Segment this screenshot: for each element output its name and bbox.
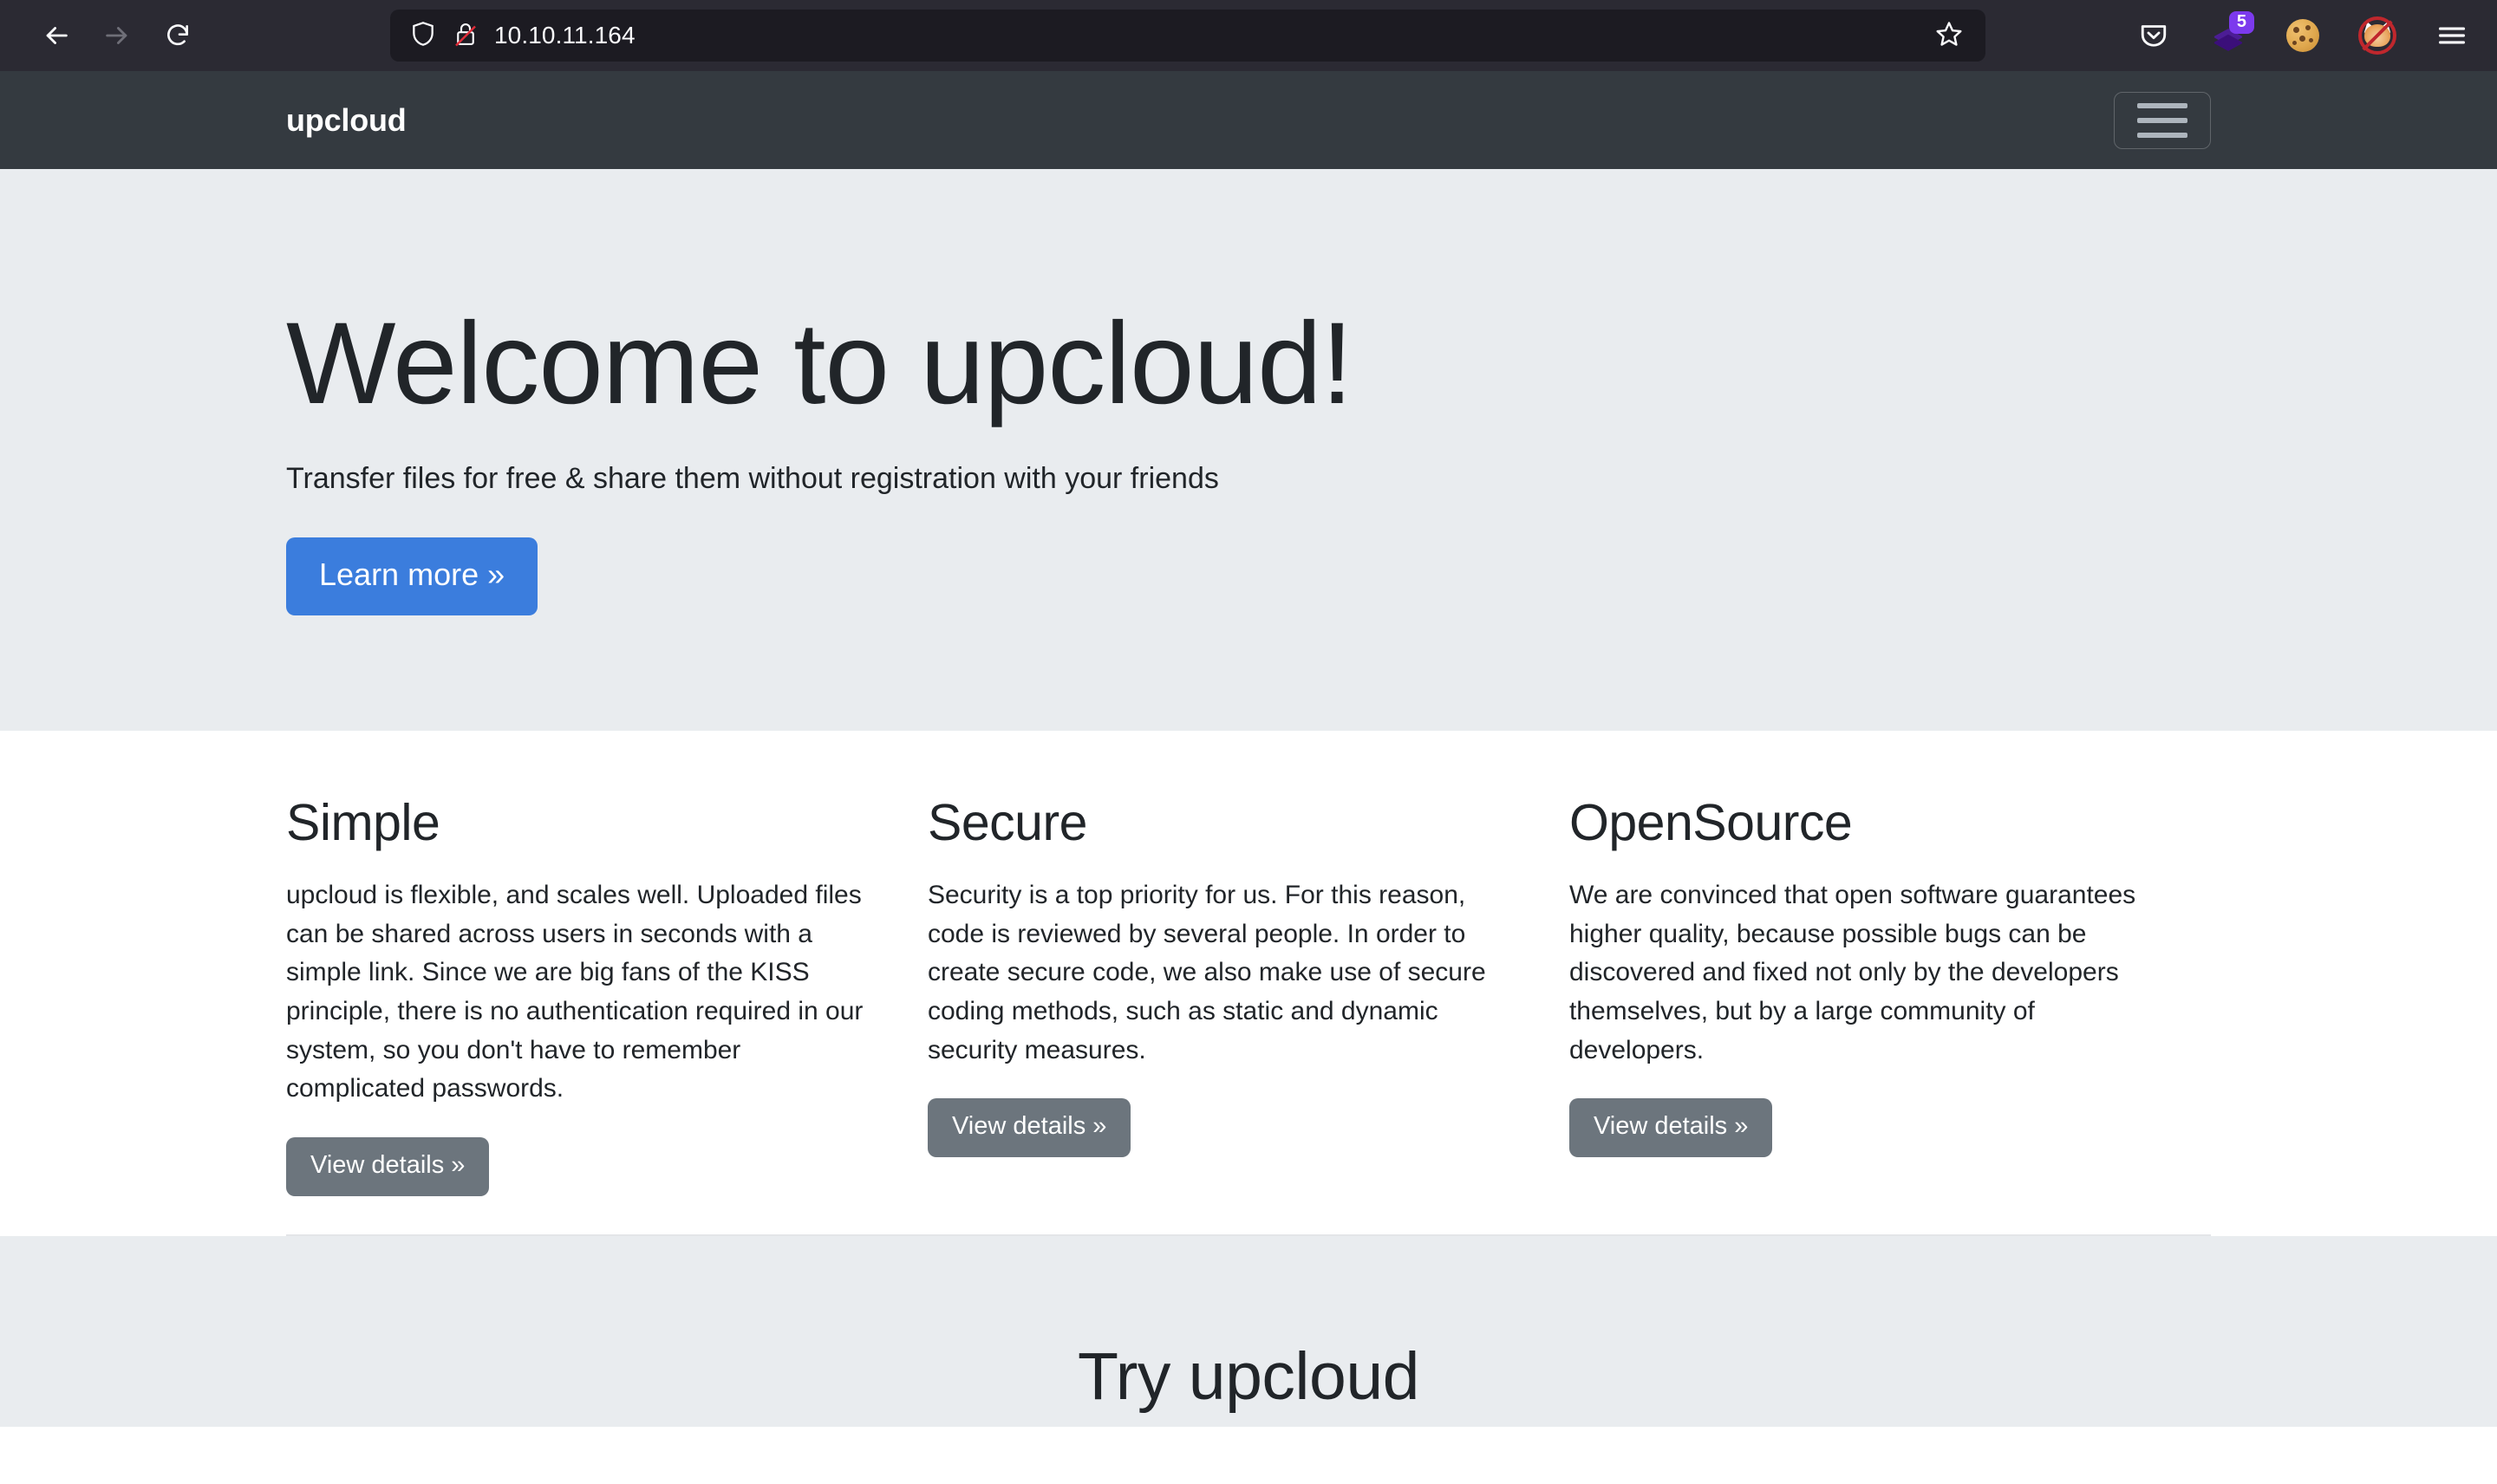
page-title: Welcome to upcloud! — [286, 299, 1353, 428]
features-row: Simple upcloud is flexible, and scales w… — [286, 731, 2211, 1197]
toggler-bar — [2137, 132, 2187, 138]
feature-body: Security is a top priority for us. For t… — [927, 880, 1486, 1064]
try-upcloud-section: Try upcloud — [0, 1236, 2497, 1428]
back-button[interactable] — [29, 9, 83, 62]
browser-nav-buttons — [29, 9, 205, 62]
feature-heading: Secure — [927, 794, 1087, 851]
back-arrow-icon — [42, 21, 71, 50]
feature-body: upcloud is flexible, and scales well. Up… — [286, 880, 864, 1103]
view-details-button-secure[interactable]: View details » — [927, 1098, 1131, 1158]
address-bar-actions — [1927, 13, 1972, 58]
address-bar[interactable]: 10.10.11.164 — [390, 10, 1985, 62]
url-text: 10.10.11.164 — [494, 22, 636, 49]
forward-button[interactable] — [90, 9, 144, 62]
browser-toolbar-right: 5 — [2131, 11, 2474, 58]
forward-arrow-icon — [102, 21, 132, 50]
pocket-icon[interactable] — [2131, 13, 2176, 58]
extension-badge-count: 5 — [2228, 11, 2254, 34]
star-icon — [1935, 20, 1963, 52]
brand-link[interactable]: upcloud — [286, 102, 407, 139]
hero-lead-text: Transfer files for free & share them wit… — [286, 462, 1219, 496]
cookie-icon[interactable] — [2280, 13, 2325, 58]
feature-column-opensource: OpenSource We are convinced that open so… — [1568, 794, 2211, 1196]
broken-lock-icon[interactable] — [453, 19, 479, 53]
try-section-title: Try upcloud — [1078, 1339, 1419, 1415]
layers-extension-icon[interactable]: 5 — [2206, 11, 2254, 58]
hero-jumbotron: Welcome to upcloud! Transfer files for f… — [0, 169, 2497, 731]
toggler-bar — [2137, 102, 2187, 108]
site-navbar: upcloud — [0, 71, 2497, 169]
shield-icon[interactable] — [409, 19, 437, 53]
browser-chrome: 10.10.11.164 5 — [0, 0, 2497, 71]
feature-heading: OpenSource — [1568, 794, 1853, 851]
fox-blocked-glyph — [2358, 16, 2396, 55]
feature-column-simple: Simple upcloud is flexible, and scales w… — [286, 794, 928, 1197]
feature-heading: Simple — [286, 794, 440, 851]
view-details-button-simple[interactable]: View details » — [286, 1137, 490, 1197]
reload-button[interactable] — [151, 9, 205, 62]
features-section: Simple upcloud is flexible, and scales w… — [0, 731, 2497, 1237]
toggler-bar — [2137, 117, 2187, 123]
feature-column-secure: Secure Security is a top priority for us… — [927, 794, 1569, 1196]
reload-icon — [164, 22, 192, 49]
navbar-toggler-button[interactable] — [2114, 91, 2211, 149]
bookmark-button[interactable] — [1927, 13, 1972, 58]
address-bar-icons — [409, 19, 479, 53]
feature-body: We are convinced that open software guar… — [1568, 880, 2136, 1064]
cookie-glyph — [2286, 19, 2319, 52]
learn-more-button[interactable]: Learn more » — [286, 537, 538, 616]
view-details-button-opensource[interactable]: View details » — [1568, 1098, 1773, 1158]
fox-blocked-icon[interactable] — [2355, 13, 2400, 58]
hamburger-menu-icon[interactable] — [2429, 13, 2474, 58]
